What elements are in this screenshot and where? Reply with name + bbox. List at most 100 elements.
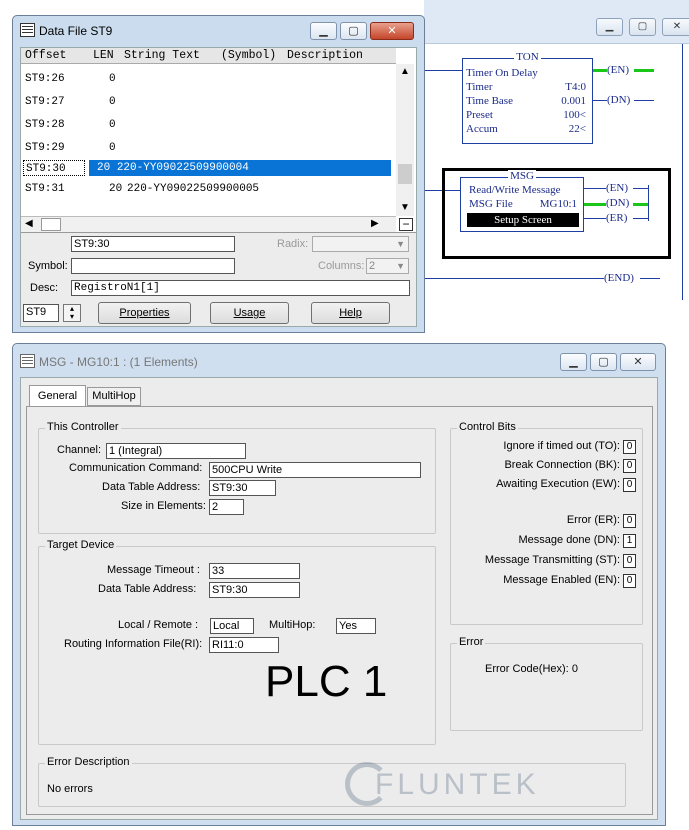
scroll-thumb[interactable] bbox=[398, 164, 412, 184]
msg-file-label: MSG File bbox=[469, 198, 513, 210]
close-button[interactable]: ✕ bbox=[662, 18, 689, 36]
data-file-icon bbox=[20, 23, 35, 37]
comm-command-field[interactable]: 500CPU Write bbox=[209, 462, 421, 478]
maximize-button[interactable]: ▢ bbox=[590, 353, 617, 371]
msg-block[interactable]: MSG Read/Write Message MSG File MG10:1 S… bbox=[460, 170, 584, 232]
radix-select[interactable]: ▼ bbox=[312, 236, 409, 252]
bit-ew-value[interactable]: 0 bbox=[623, 478, 636, 492]
columns-select[interactable]: 2 ▼ bbox=[366, 258, 409, 274]
bit-to-value[interactable]: 0 bbox=[623, 440, 636, 454]
ton-title: TON bbox=[514, 51, 541, 63]
ton-accum-label: Accum bbox=[466, 123, 498, 135]
tab-panel: This Controller Channel: 1 (Integral) Co… bbox=[26, 406, 653, 815]
size-elements-field[interactable]: 2 bbox=[209, 499, 244, 515]
ton-preset-value: 100< bbox=[563, 109, 586, 121]
ton-dn-coil[interactable]: (DN) bbox=[607, 93, 630, 107]
ton-en-coil[interactable]: (EN) bbox=[607, 63, 629, 77]
minimize-button[interactable]: ▁ bbox=[310, 22, 337, 40]
bit-dn-value[interactable]: 1 bbox=[623, 534, 636, 548]
scroll-thumb[interactable] bbox=[41, 218, 61, 231]
multihop-field[interactable]: Yes bbox=[336, 618, 376, 634]
usage-button[interactable]: Usage bbox=[210, 302, 289, 324]
file-select-field[interactable]: ST9 bbox=[23, 304, 59, 322]
table-row[interactable]: ST9:28 0 bbox=[23, 114, 391, 136]
col-string-text[interactable]: String Text bbox=[124, 48, 200, 64]
bit-bk-value[interactable]: 0 bbox=[623, 459, 636, 473]
file-spinner[interactable]: ▴ ▾ bbox=[63, 304, 81, 322]
row-string: 220-YY09022509900004 bbox=[116, 162, 249, 174]
ton-timer-value: T4:0 bbox=[565, 81, 586, 93]
table-row[interactable]: ST9:27 0 bbox=[23, 91, 391, 113]
table-row[interactable]: ST9:26 0 bbox=[23, 68, 391, 90]
rung-line bbox=[633, 218, 648, 219]
ton-name: Timer On Delay bbox=[466, 67, 538, 79]
error-code-value: 0 bbox=[571, 663, 578, 675]
maximize-button[interactable]: ▢ bbox=[629, 18, 656, 36]
scroll-down-icon[interactable]: ▼ bbox=[400, 202, 410, 213]
msg-dn-label: DN bbox=[609, 197, 626, 209]
symbol-field[interactable] bbox=[71, 258, 235, 274]
bit-st-value[interactable]: 0 bbox=[623, 554, 636, 568]
bit-er-value[interactable]: 0 bbox=[623, 514, 636, 528]
collapse-icon[interactable]: − bbox=[399, 218, 413, 231]
msg-en-coil[interactable]: (EN) bbox=[606, 181, 628, 195]
table-row[interactable]: ST9:29 0 bbox=[23, 137, 391, 159]
data-table: Offset LEN String Text (Symbol) Descript… bbox=[21, 48, 416, 233]
routing-info-field[interactable]: RI11:0 bbox=[209, 637, 279, 653]
scroll-left-icon[interactable]: ◀ bbox=[25, 218, 33, 229]
col-symbol[interactable]: (Symbol) bbox=[221, 48, 276, 64]
target-data-table-address-field[interactable]: ST9:30 bbox=[209, 582, 300, 598]
row-offset: ST9:29 bbox=[25, 142, 65, 154]
close-button[interactable]: ✕ bbox=[620, 353, 656, 371]
bit-en-value[interactable]: 0 bbox=[623, 574, 636, 588]
channel-label: Channel: bbox=[57, 444, 102, 456]
symbol-label: Symbol: bbox=[28, 260, 68, 272]
channel-field[interactable]: 1 (Integral) bbox=[106, 443, 246, 459]
message-timeout-field[interactable]: 33 bbox=[209, 563, 300, 579]
msg-er-coil[interactable]: (ER) bbox=[606, 211, 627, 225]
msg-titlebar: MSG - MG10:1 : (1 Elements) ▁ ▢ ✕ bbox=[13, 344, 665, 374]
col-offset[interactable]: Offset bbox=[25, 48, 66, 64]
desc-label: Desc: bbox=[30, 282, 59, 294]
msg-title: MSG bbox=[508, 170, 536, 182]
horizontal-scrollbar[interactable]: ◀ ▶ bbox=[21, 216, 396, 232]
minimize-button[interactable]: ▁ bbox=[560, 353, 587, 371]
rung-line bbox=[424, 70, 462, 71]
bit-en-label: Message Enabled (EN): bbox=[503, 574, 620, 586]
address-field[interactable]: ST9:30 bbox=[71, 236, 235, 252]
vertical-scrollbar[interactable]: ▲ ▼ bbox=[396, 64, 414, 216]
msg-dn-coil[interactable]: (DN) bbox=[606, 196, 629, 210]
watermark-logo: FLUNTEK bbox=[339, 760, 609, 810]
data-file-title: Data File ST9 bbox=[39, 24, 113, 38]
scroll-up-icon[interactable]: ▲ bbox=[400, 66, 410, 77]
data-table-address-label: Data Table Address: bbox=[102, 481, 201, 493]
energized-line bbox=[633, 203, 648, 206]
tab-general[interactable]: General bbox=[29, 385, 86, 407]
col-len[interactable]: LEN bbox=[93, 48, 114, 64]
ton-timebase-value: 0.001 bbox=[561, 95, 586, 107]
col-description[interactable]: Description bbox=[287, 48, 363, 64]
data-table-address-field[interactable]: ST9:30 bbox=[209, 480, 276, 496]
local-remote-field[interactable]: Local bbox=[210, 618, 254, 634]
radix-label: Radix: bbox=[277, 238, 309, 250]
help-button[interactable]: Help bbox=[311, 302, 390, 324]
maximize-button[interactable]: ▢ bbox=[340, 22, 367, 40]
close-button[interactable]: ✕ bbox=[370, 22, 414, 40]
scroll-right-icon[interactable]: ▶ bbox=[371, 218, 379, 229]
chevron-down-icon: ▼ bbox=[396, 261, 405, 271]
chevron-down-icon: ▼ bbox=[396, 239, 405, 249]
ton-timer-label: Timer bbox=[466, 81, 493, 93]
setup-screen-button[interactable]: Setup Screen bbox=[467, 213, 579, 227]
error-description-label: Error Description bbox=[45, 756, 132, 768]
table-row[interactable]: ST9:31 20 220-YY09022509900005 bbox=[23, 178, 391, 200]
table-row-selected[interactable]: ST9:30 20 220-YY09022509900004 bbox=[23, 160, 391, 176]
minimize-button[interactable]: ▁ bbox=[596, 18, 623, 36]
desc-field[interactable]: RegistroN1[1] bbox=[71, 280, 410, 296]
ton-block[interactable]: TON Timer On Delay Timer T4:0 Time Base … bbox=[462, 51, 593, 144]
control-bits-label: Control Bits bbox=[457, 421, 518, 433]
bit-er-label: Error (ER): bbox=[566, 514, 620, 526]
msg-window-icon bbox=[20, 354, 35, 368]
properties-button[interactable]: Properties bbox=[98, 302, 191, 324]
msg-name: Read/Write Message bbox=[469, 184, 561, 196]
tab-multihop[interactable]: MultiHop bbox=[87, 387, 141, 406]
